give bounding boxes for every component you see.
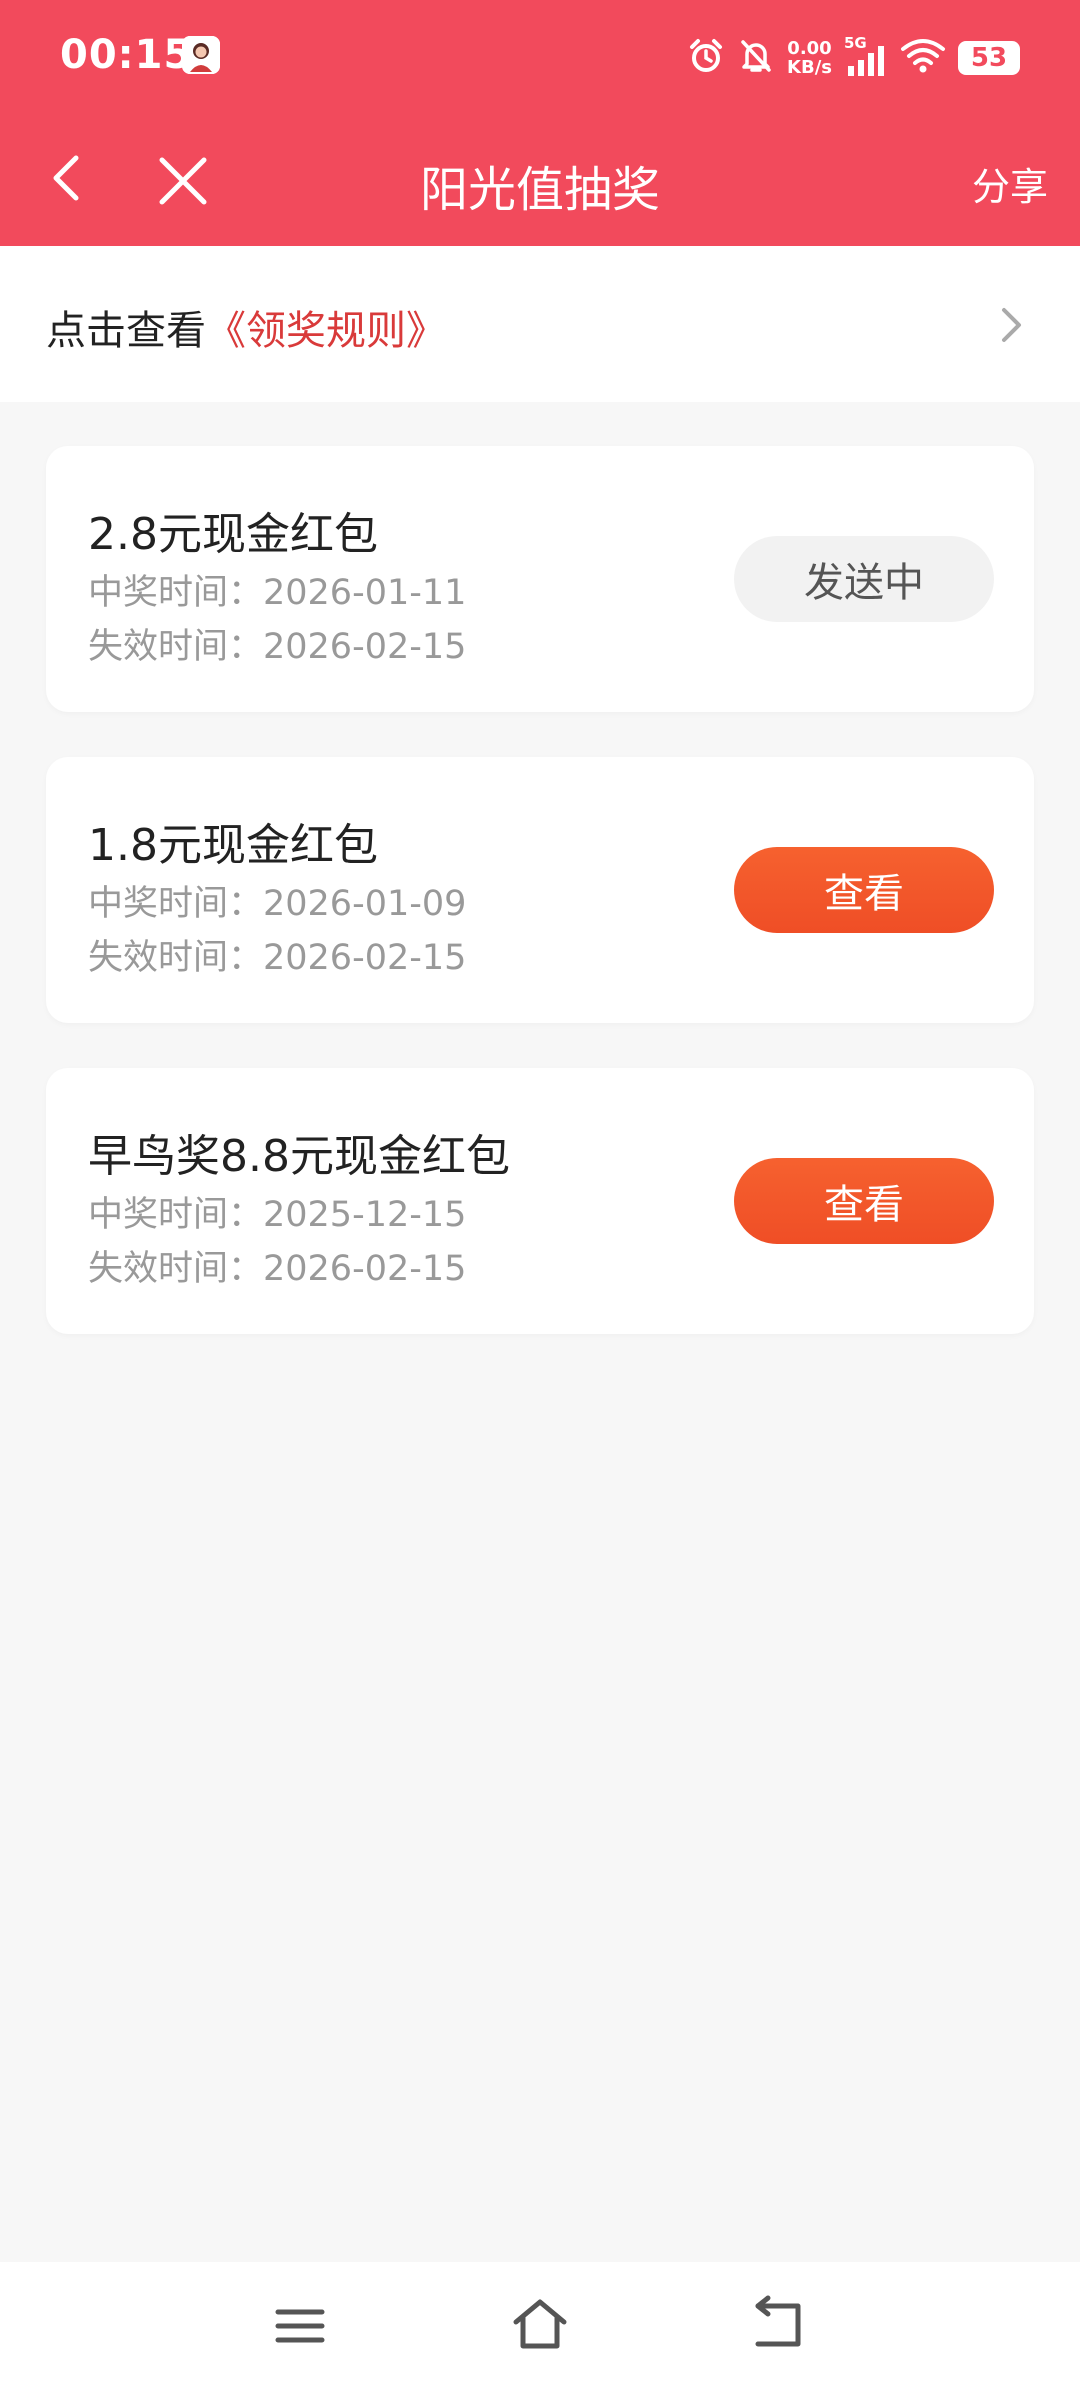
notification-avatar-icon [182, 36, 220, 74]
prize-won-time: 中奖时间：2025-12-15 [88, 1195, 467, 1235]
mute-bell-icon [737, 37, 775, 79]
return-icon[interactable] [750, 2294, 810, 2354]
prize-title: 早鸟奖8.8元现金红包 [88, 1131, 510, 1182]
prize-expire-time: 失效时间：2026-02-15 [88, 627, 467, 667]
page: 00:15 0.00 KB/s 5G 53 阳光值抽奖 分享 点击查看《领奖规则… [0, 0, 1080, 2388]
prize-card: 1.8元现金红包 中奖时间：2026-01-09 失效时间：2026-02-15… [46, 757, 1034, 1023]
view-button[interactable]: 查看 [734, 1158, 994, 1244]
net-speed-value: 0.00 [787, 38, 832, 59]
chevron-right-icon [992, 300, 1032, 350]
net-speed: 0.00 KB/s [787, 39, 832, 77]
net-speed-unit: KB/s [787, 57, 832, 78]
rules-link[interactable]: 《领奖规则》 [206, 308, 446, 354]
view-button[interactable]: 查看 [734, 847, 994, 933]
share-button[interactable]: 分享 [972, 156, 1048, 211]
alarm-icon [687, 37, 725, 79]
rules-text: 点击查看《领奖规则》 [46, 298, 446, 356]
sending-status-button[interactable]: 发送中 [734, 536, 994, 622]
rules-prefix: 点击查看 [46, 308, 206, 354]
wifi-icon [900, 37, 946, 79]
system-nav-bar [0, 2262, 1080, 2388]
prize-expire-time: 失效时间：2026-02-15 [88, 938, 467, 978]
status-icons: 0.00 KB/s 5G 53 [687, 30, 1020, 86]
signal-5g-icon: 5G [844, 34, 888, 78]
home-icon[interactable] [510, 2294, 570, 2354]
header: 00:15 0.00 KB/s 5G 53 阳光值抽奖 分享 [0, 0, 1080, 246]
status-bar: 00:15 0.00 KB/s 5G 53 [0, 0, 1080, 116]
menu-icon[interactable] [272, 2298, 328, 2354]
prize-card: 2.8元现金红包 中奖时间：2026-01-11 失效时间：2026-02-15… [46, 446, 1034, 712]
page-title: 阳光值抽奖 [419, 162, 660, 218]
prize-title: 2.8元现金红包 [88, 509, 378, 560]
prize-expire-time: 失效时间：2026-02-15 [88, 1249, 467, 1289]
rules-row[interactable]: 点击查看《领奖规则》 [0, 246, 1080, 402]
prize-won-time: 中奖时间：2026-01-11 [88, 573, 467, 613]
prize-won-time: 中奖时间：2026-01-09 [88, 884, 467, 924]
status-time: 00:15 [60, 32, 193, 78]
nav-bar: 阳光值抽奖 分享 [0, 116, 1080, 246]
prize-title: 1.8元现金红包 [88, 820, 378, 871]
prize-card: 早鸟奖8.8元现金红包 中奖时间：2025-12-15 失效时间：2026-02… [46, 1068, 1034, 1334]
battery-indicator: 53 [958, 41, 1020, 75]
